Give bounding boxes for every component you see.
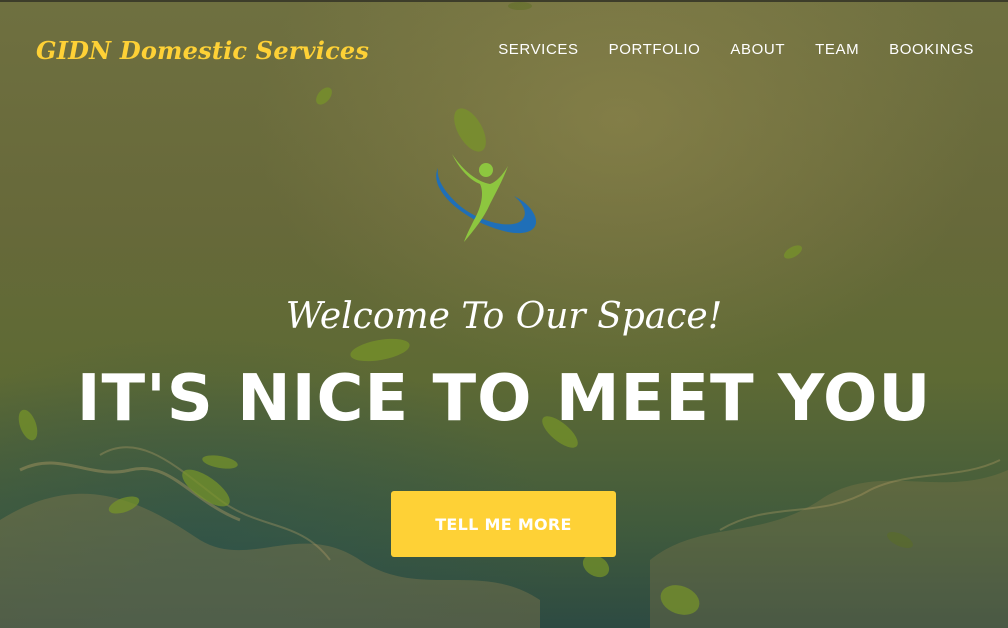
nav-item-services[interactable]: SERVICES bbox=[498, 41, 578, 58]
nav-item-portfolio[interactable]: PORTFOLIO bbox=[609, 41, 701, 58]
top-border bbox=[0, 0, 1008, 2]
person-swoosh-logo-icon bbox=[436, 154, 537, 242]
nav-item-about[interactable]: ABOUT bbox=[730, 41, 785, 58]
nav-item-team[interactable]: TEAM bbox=[815, 41, 859, 58]
hero-heading: IT'S NICE TO MEET YOU bbox=[76, 362, 932, 436]
main-nav: SERVICES PORTFOLIO ABOUT TEAM BOOKINGS bbox=[498, 41, 974, 58]
brand-logo-text[interactable]: GIDN Domestic Services bbox=[36, 36, 369, 65]
nav-item-bookings[interactable]: BOOKINGS bbox=[889, 41, 974, 58]
hero-lead-text: Welcome To Our Space! bbox=[285, 296, 723, 337]
tell-me-more-button[interactable]: TELL ME MORE bbox=[391, 491, 616, 557]
